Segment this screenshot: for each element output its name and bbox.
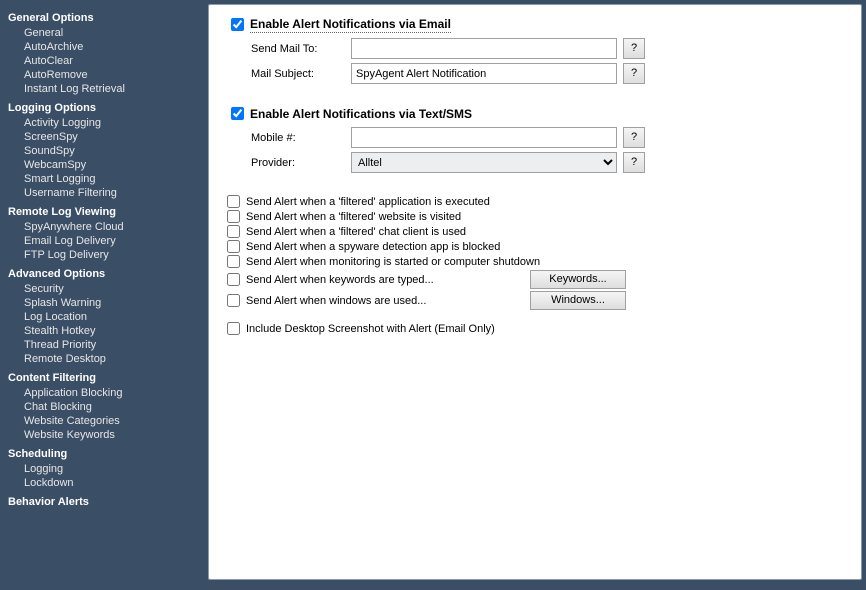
enable-sms-row: Enable Alert Notifications via Text/SMS bbox=[227, 104, 843, 123]
sidebar-item[interactable]: Website Keywords bbox=[24, 428, 198, 442]
send-mail-to-input[interactable] bbox=[351, 38, 617, 59]
sidebar-group-list: Application BlockingChat BlockingWebsite… bbox=[8, 386, 198, 442]
mail-subject-label: Mail Subject: bbox=[251, 68, 351, 80]
sidebar-group-list: GeneralAutoArchiveAutoClearAutoRemoveIns… bbox=[8, 26, 198, 96]
send-mail-to-label: Send Mail To: bbox=[251, 43, 351, 55]
mobile-row: Mobile #: ? bbox=[251, 127, 843, 148]
sidebar-item[interactable]: Chat Blocking bbox=[24, 400, 198, 414]
sidebar-group-title[interactable]: Advanced Options bbox=[8, 268, 198, 280]
alert-checkbox[interactable] bbox=[227, 210, 240, 223]
alert-checkbox[interactable] bbox=[227, 240, 240, 253]
enable-email-checkbox[interactable] bbox=[231, 18, 244, 31]
sidebar-group-title[interactable]: Content Filtering bbox=[8, 372, 198, 384]
alert-row: Send Alert when a spyware detection app … bbox=[227, 240, 843, 253]
enable-sms-label: Enable Alert Notifications via Text/SMS bbox=[250, 107, 472, 121]
alert-label: Send Alert when monitoring is started or… bbox=[246, 256, 540, 268]
sidebar-group-title[interactable]: Scheduling bbox=[8, 448, 198, 460]
content-wrap: Enable Alert Notifications via Email Sen… bbox=[204, 0, 866, 590]
sidebar-item[interactable]: Security bbox=[24, 282, 198, 296]
sidebar-group-list: Activity LoggingScreenSpySoundSpyWebcamS… bbox=[8, 116, 198, 200]
sidebar-item[interactable]: WebcamSpy bbox=[24, 158, 198, 172]
sidebar-group-title[interactable]: General Options bbox=[8, 12, 198, 24]
sidebar: General Options GeneralAutoArchiveAutoCle… bbox=[0, 0, 204, 590]
provider-label: Provider: bbox=[251, 157, 351, 169]
keywords-label: Send Alert when keywords are typed... bbox=[246, 274, 434, 286]
alert-label: Send Alert when a 'filtered' application… bbox=[246, 196, 490, 208]
alert-label: Send Alert when a spyware detection app … bbox=[246, 241, 500, 253]
alert-checkbox[interactable] bbox=[227, 225, 240, 238]
sidebar-group-list: LoggingLockdown bbox=[8, 462, 198, 490]
sidebar-group-list: SpyAnywhere CloudEmail Log DeliveryFTP L… bbox=[8, 220, 198, 262]
sidebar-item[interactable]: General bbox=[24, 26, 198, 40]
mobile-input[interactable] bbox=[351, 127, 617, 148]
alert-checkbox[interactable] bbox=[227, 255, 240, 268]
send-mail-to-row: Send Mail To: ? bbox=[251, 38, 843, 59]
sidebar-item[interactable]: Logging bbox=[24, 462, 198, 476]
windows-row: Send Alert when windows are used... Wind… bbox=[227, 291, 843, 310]
help-button-mobile[interactable]: ? bbox=[623, 127, 645, 148]
mobile-label: Mobile #: bbox=[251, 132, 351, 144]
alert-row: Send Alert when monitoring is started or… bbox=[227, 255, 843, 268]
sidebar-item[interactable]: SoundSpy bbox=[24, 144, 198, 158]
windows-checkbox[interactable] bbox=[227, 294, 240, 307]
sidebar-item[interactable]: Application Blocking bbox=[24, 386, 198, 400]
keywords-checkbox[interactable] bbox=[227, 273, 240, 286]
sidebar-item[interactable]: AutoRemove bbox=[24, 68, 198, 82]
enable-email-row: Enable Alert Notifications via Email bbox=[227, 15, 843, 34]
alert-checkbox[interactable] bbox=[227, 195, 240, 208]
alert-label: Send Alert when a 'filtered' website is … bbox=[246, 211, 461, 223]
sidebar-item[interactable]: Splash Warning bbox=[24, 296, 198, 310]
sidebar-group-title[interactable]: Logging Options bbox=[8, 102, 198, 114]
sidebar-item[interactable]: SpyAnywhere Cloud bbox=[24, 220, 198, 234]
sidebar-item[interactable]: Activity Logging bbox=[24, 116, 198, 130]
include-screenshot-label: Include Desktop Screenshot with Alert (E… bbox=[246, 323, 495, 335]
provider-row: Provider: Alltel ? bbox=[251, 152, 843, 173]
sidebar-item[interactable]: Email Log Delivery bbox=[24, 234, 198, 248]
sidebar-item[interactable]: Stealth Hotkey bbox=[24, 324, 198, 338]
alert-row: Send Alert when a 'filtered' application… bbox=[227, 195, 843, 208]
sidebar-item[interactable]: Smart Logging bbox=[24, 172, 198, 186]
sidebar-item[interactable]: Log Location bbox=[24, 310, 198, 324]
sidebar-group-list: SecuritySplash WarningLog LocationStealt… bbox=[8, 282, 198, 366]
sidebar-group-title[interactable]: Behavior Alerts bbox=[8, 496, 198, 508]
include-screenshot-checkbox[interactable] bbox=[227, 322, 240, 335]
include-screenshot-row: Include Desktop Screenshot with Alert (E… bbox=[227, 322, 843, 335]
keywords-button[interactable]: Keywords... bbox=[530, 270, 626, 289]
help-button-sendto[interactable]: ? bbox=[623, 38, 645, 59]
sidebar-item[interactable]: ScreenSpy bbox=[24, 130, 198, 144]
sidebar-group-title[interactable]: Remote Log Viewing bbox=[8, 206, 198, 218]
mail-subject-row: Mail Subject: ? bbox=[251, 63, 843, 84]
alert-row: Send Alert when a 'filtered' chat client… bbox=[227, 225, 843, 238]
sidebar-item[interactable]: Thread Priority bbox=[24, 338, 198, 352]
enable-sms-checkbox[interactable] bbox=[231, 107, 244, 120]
sidebar-item[interactable]: FTP Log Delivery bbox=[24, 248, 198, 262]
windows-button[interactable]: Windows... bbox=[530, 291, 626, 310]
provider-select[interactable]: Alltel bbox=[351, 152, 617, 173]
content-panel: Enable Alert Notifications via Email Sen… bbox=[208, 4, 862, 580]
sidebar-item[interactable]: Website Categories bbox=[24, 414, 198, 428]
keywords-row: Send Alert when keywords are typed... Ke… bbox=[227, 270, 843, 289]
help-button-subject[interactable]: ? bbox=[623, 63, 645, 84]
sidebar-item[interactable]: AutoArchive bbox=[24, 40, 198, 54]
windows-label: Send Alert when windows are used... bbox=[246, 295, 426, 307]
sidebar-item[interactable]: Username Filtering bbox=[24, 186, 198, 200]
alert-row: Send Alert when a 'filtered' website is … bbox=[227, 210, 843, 223]
sidebar-item[interactable]: AutoClear bbox=[24, 54, 198, 68]
sidebar-item[interactable]: Instant Log Retrieval bbox=[24, 82, 198, 96]
help-button-provider[interactable]: ? bbox=[623, 152, 645, 173]
sidebar-item[interactable]: Lockdown bbox=[24, 476, 198, 490]
enable-email-label: Enable Alert Notifications via Email bbox=[250, 17, 451, 33]
mail-subject-input[interactable] bbox=[351, 63, 617, 84]
alert-label: Send Alert when a 'filtered' chat client… bbox=[246, 226, 466, 238]
sidebar-item[interactable]: Remote Desktop bbox=[24, 352, 198, 366]
